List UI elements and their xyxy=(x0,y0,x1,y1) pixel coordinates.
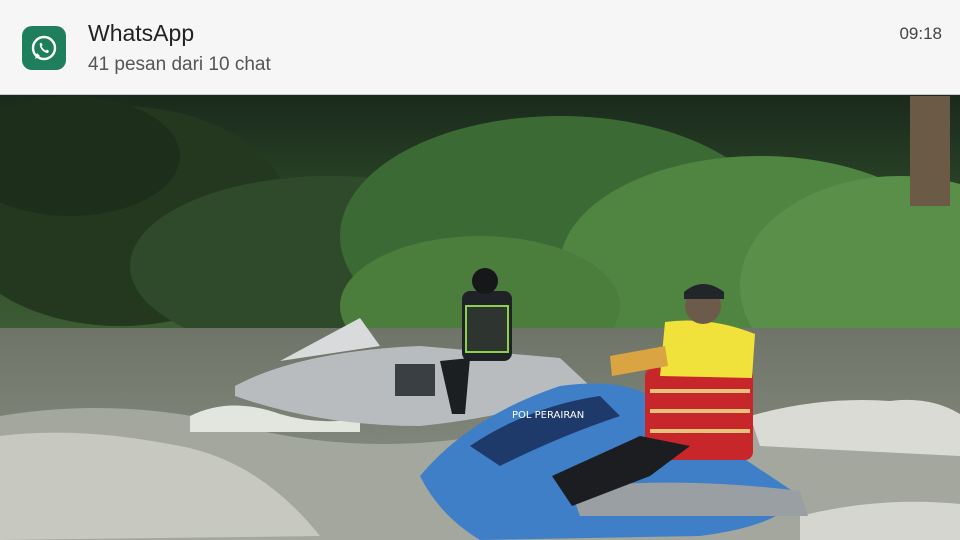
jetski-river-scene: POL PERAIRAN xyxy=(0,96,960,540)
notification-time: 09:18 xyxy=(899,24,942,43)
video-frame[interactable]: POL PERAIRAN xyxy=(0,96,960,540)
notification-app-name: WhatsApp xyxy=(88,20,195,46)
jetski-label: POL PERAIRAN xyxy=(512,410,584,421)
notification-summary: 41 pesan dari 10 chat xyxy=(88,54,271,75)
whatsapp-notification[interactable]: WhatsApp 41 pesan dari 10 chat 09:18 xyxy=(0,0,960,95)
whatsapp-icon xyxy=(22,26,66,70)
